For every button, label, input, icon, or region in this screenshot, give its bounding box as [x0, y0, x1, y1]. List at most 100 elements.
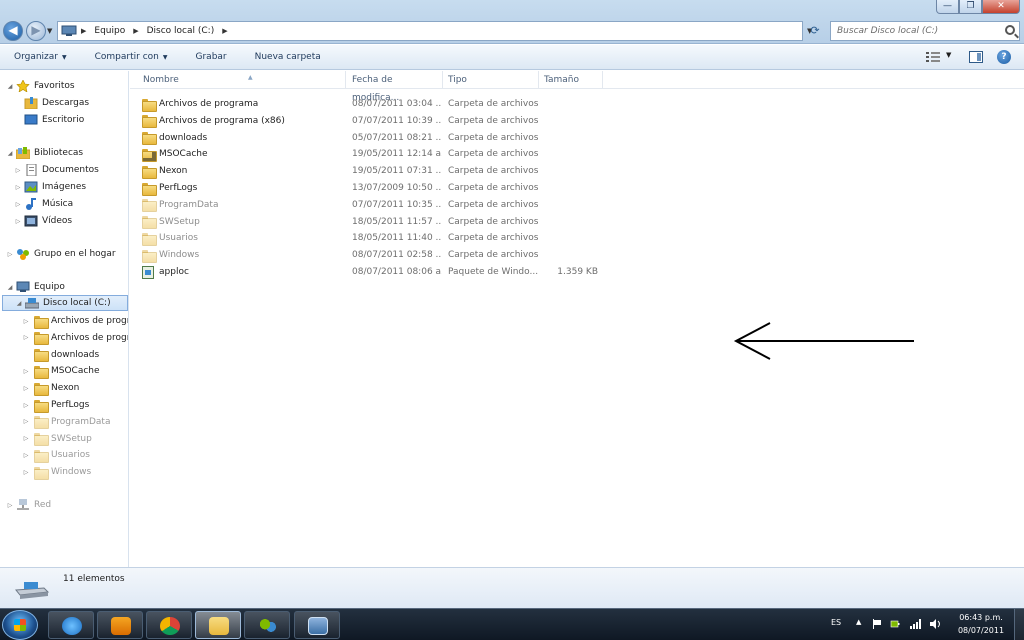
column-header-date[interactable]: Fecha de modifica...: [347, 71, 443, 103]
table-row[interactable]: downloads 05/07/2011 08:21 ... Carpeta de …: [138, 130, 738, 146]
new-folder-button[interactable]: Nueva carpeta: [241, 52, 335, 62]
expand-arrow-icon[interactable]: ▷: [22, 368, 30, 375]
breadcrumb-separator[interactable]: ▶: [218, 27, 231, 35]
minimize-button[interactable]: —: [936, 0, 959, 14]
refresh-button[interactable]: ⟳: [806, 21, 824, 41]
network-signal-icon[interactable]: [910, 619, 921, 629]
share-button[interactable]: Compartir con ▼: [81, 52, 182, 62]
collapse-arrow-icon[interactable]: ◢: [6, 150, 14, 157]
file-list[interactable]: Nombre ▲ Fecha de modifica... Tipo Tamaño…: [130, 71, 1024, 567]
collapse-arrow-icon[interactable]: ◢: [6, 83, 14, 90]
table-row[interactable]: SWSetup 18/05/2011 11:57 ... Carpeta de ar…: [138, 214, 738, 230]
nav-item-videos[interactable]: ▷ Vídeos: [14, 213, 72, 229]
nav-subfolder-item[interactable]: ▷ ProgramData: [22, 414, 110, 430]
expand-arrow-icon[interactable]: ▷: [22, 385, 30, 392]
nav-libraries[interactable]: ◢ Bibliotecas: [6, 145, 83, 161]
nav-item-documentos[interactable]: ▷ Documentos: [14, 162, 99, 178]
close-button[interactable]: ✕: [982, 0, 1020, 14]
table-row[interactable]: Archivos de programa (x86) 07/07/2011 10:…: [138, 113, 738, 129]
table-row[interactable]: Archivos de programa 08/07/2011 03:04 ...…: [138, 96, 738, 112]
nav-item-descargas[interactable]: Descargas: [22, 95, 89, 111]
expand-arrow-icon[interactable]: ▷: [14, 184, 22, 191]
clock-date[interactable]: 08/07/2011: [956, 626, 1006, 635]
nav-subfolder-item[interactable]: downloads: [22, 347, 99, 363]
start-button[interactable]: [2, 610, 38, 640]
view-options-icon[interactable]: [926, 52, 940, 63]
nav-subfolder-item[interactable]: ▷ Archivos de programa: [22, 313, 128, 329]
table-row[interactable]: Windows 08/07/2011 02:58 ... Carpeta de ar…: [138, 247, 738, 263]
search-input[interactable]: Buscar Disco local (C:): [830, 21, 1020, 41]
view-dropdown-icon[interactable]: ▼: [946, 51, 951, 59]
clock-time[interactable]: 06:43 p.m.: [958, 613, 1004, 622]
nav-subfolder-item[interactable]: ▷ Windows: [22, 464, 91, 480]
table-row[interactable]: ProgramData 07/07/2011 10:35 ... Carpeta d…: [138, 197, 738, 213]
table-row[interactable]: Usuarios 18/05/2011 11:40 ... Carpeta de a…: [138, 230, 738, 246]
history-dropdown-icon[interactable]: ▼: [47, 27, 52, 35]
volume-icon[interactable]: [930, 619, 940, 629]
burn-button[interactable]: Grabar: [182, 52, 241, 62]
taskbar-media-player[interactable]: [97, 611, 143, 639]
help-icon[interactable]: ?: [997, 50, 1011, 64]
expand-arrow-icon[interactable]: ▷: [22, 418, 30, 425]
breadcrumb-equipo[interactable]: Equipo: [90, 26, 129, 36]
forward-button[interactable]: ▶: [26, 21, 46, 41]
table-row[interactable]: apploc 08/07/2011 08:06 a.... Paquete de W…: [138, 264, 738, 280]
column-header-name[interactable]: Nombre ▲: [138, 71, 346, 89]
preview-pane-icon[interactable]: [969, 51, 983, 63]
address-bar[interactable]: ▶ Equipo ▶ Disco local (C:) ▶: [57, 21, 803, 41]
table-row[interactable]: PerfLogs 13/07/2009 10:50 ... Carpeta de a…: [138, 180, 738, 196]
expand-arrow-icon[interactable]: ▷: [22, 318, 30, 325]
search-icon[interactable]: [1005, 25, 1015, 35]
show-hidden-icons-icon[interactable]: ▲: [856, 618, 861, 626]
table-row[interactable]: Nexon 19/05/2011 07:31 ... Carpeta de arch…: [138, 163, 738, 179]
nav-subfolder-item[interactable]: ▷ PerfLogs: [22, 397, 89, 413]
expand-arrow-icon[interactable]: ▷: [6, 251, 14, 258]
nav-subfolder-item[interactable]: ▷ Archivos de programa (x86): [22, 330, 128, 346]
collapse-arrow-icon[interactable]: ◢: [6, 284, 14, 291]
file-type: Carpeta de archivos: [448, 183, 539, 193]
nav-computer[interactable]: ◢ Equipo: [6, 279, 65, 295]
power-icon[interactable]: [890, 619, 900, 629]
nav-network[interactable]: ▷ Red: [6, 497, 51, 513]
expand-arrow-icon[interactable]: ▷: [22, 334, 30, 341]
organize-button[interactable]: Organizar ▼: [0, 52, 81, 62]
language-indicator[interactable]: ES: [831, 618, 841, 627]
show-desktop-button[interactable]: [1014, 609, 1024, 640]
taskbar-ie[interactable]: [48, 611, 94, 639]
expand-arrow-icon[interactable]: ▷: [14, 167, 22, 174]
file-size: 1.359 KB: [557, 267, 598, 277]
expand-arrow-icon[interactable]: ▷: [14, 201, 22, 208]
nav-item-imagenes[interactable]: ▷ Imágenes: [14, 179, 86, 195]
navigation-pane[interactable]: ◢ Favoritos Descargas Escritorio ◢ Bibli…: [0, 71, 129, 567]
taskbar-remote-desktop[interactable]: [294, 611, 340, 639]
nav-subfolder-item[interactable]: ▷ MSOCache: [22, 363, 100, 379]
nav-item-escritorio[interactable]: Escritorio: [22, 112, 84, 128]
maximize-button[interactable]: ❐: [959, 0, 982, 14]
nav-label: Disco local (C:): [43, 298, 111, 308]
table-row[interactable]: MSOCache 19/05/2011 12:14 a.... Carpeta de…: [138, 146, 738, 162]
expand-arrow-icon[interactable]: ▷: [14, 218, 22, 225]
nav-subfolder-item[interactable]: ▷ Nexon: [22, 380, 79, 396]
nav-item-musica[interactable]: ▷ Música: [14, 196, 73, 212]
breadcrumb-separator[interactable]: ▶: [77, 27, 90, 35]
collapse-arrow-icon[interactable]: ◢: [15, 300, 23, 307]
nav-subfolder-item[interactable]: ▷ SWSetup: [22, 431, 92, 447]
flag-icon[interactable]: [872, 619, 882, 629]
nav-subfolder-item[interactable]: ▷ Usuarios: [22, 447, 90, 463]
column-header-type[interactable]: Tipo: [443, 71, 539, 89]
nav-item-disco-local[interactable]: ◢ Disco local (C:): [2, 295, 128, 311]
breadcrumb-disco-local[interactable]: Disco local (C:): [143, 26, 219, 36]
taskbar-explorer[interactable]: [195, 611, 241, 639]
expand-arrow-icon[interactable]: ▷: [6, 502, 14, 509]
back-button[interactable]: ◀: [3, 21, 23, 41]
expand-arrow-icon[interactable]: ▷: [22, 452, 30, 459]
nav-favorites[interactable]: ◢ Favoritos: [6, 78, 75, 94]
taskbar-chrome[interactable]: [146, 611, 192, 639]
column-header-size[interactable]: Tamaño: [539, 71, 603, 89]
expand-arrow-icon[interactable]: ▷: [22, 402, 30, 409]
expand-arrow-icon[interactable]: ▷: [22, 469, 30, 476]
nav-homegroup[interactable]: ▷ Grupo en el hogar: [6, 246, 116, 262]
taskbar-messenger[interactable]: [244, 611, 290, 639]
expand-arrow-icon[interactable]: ▷: [22, 435, 30, 442]
breadcrumb-separator[interactable]: ▶: [129, 27, 142, 35]
